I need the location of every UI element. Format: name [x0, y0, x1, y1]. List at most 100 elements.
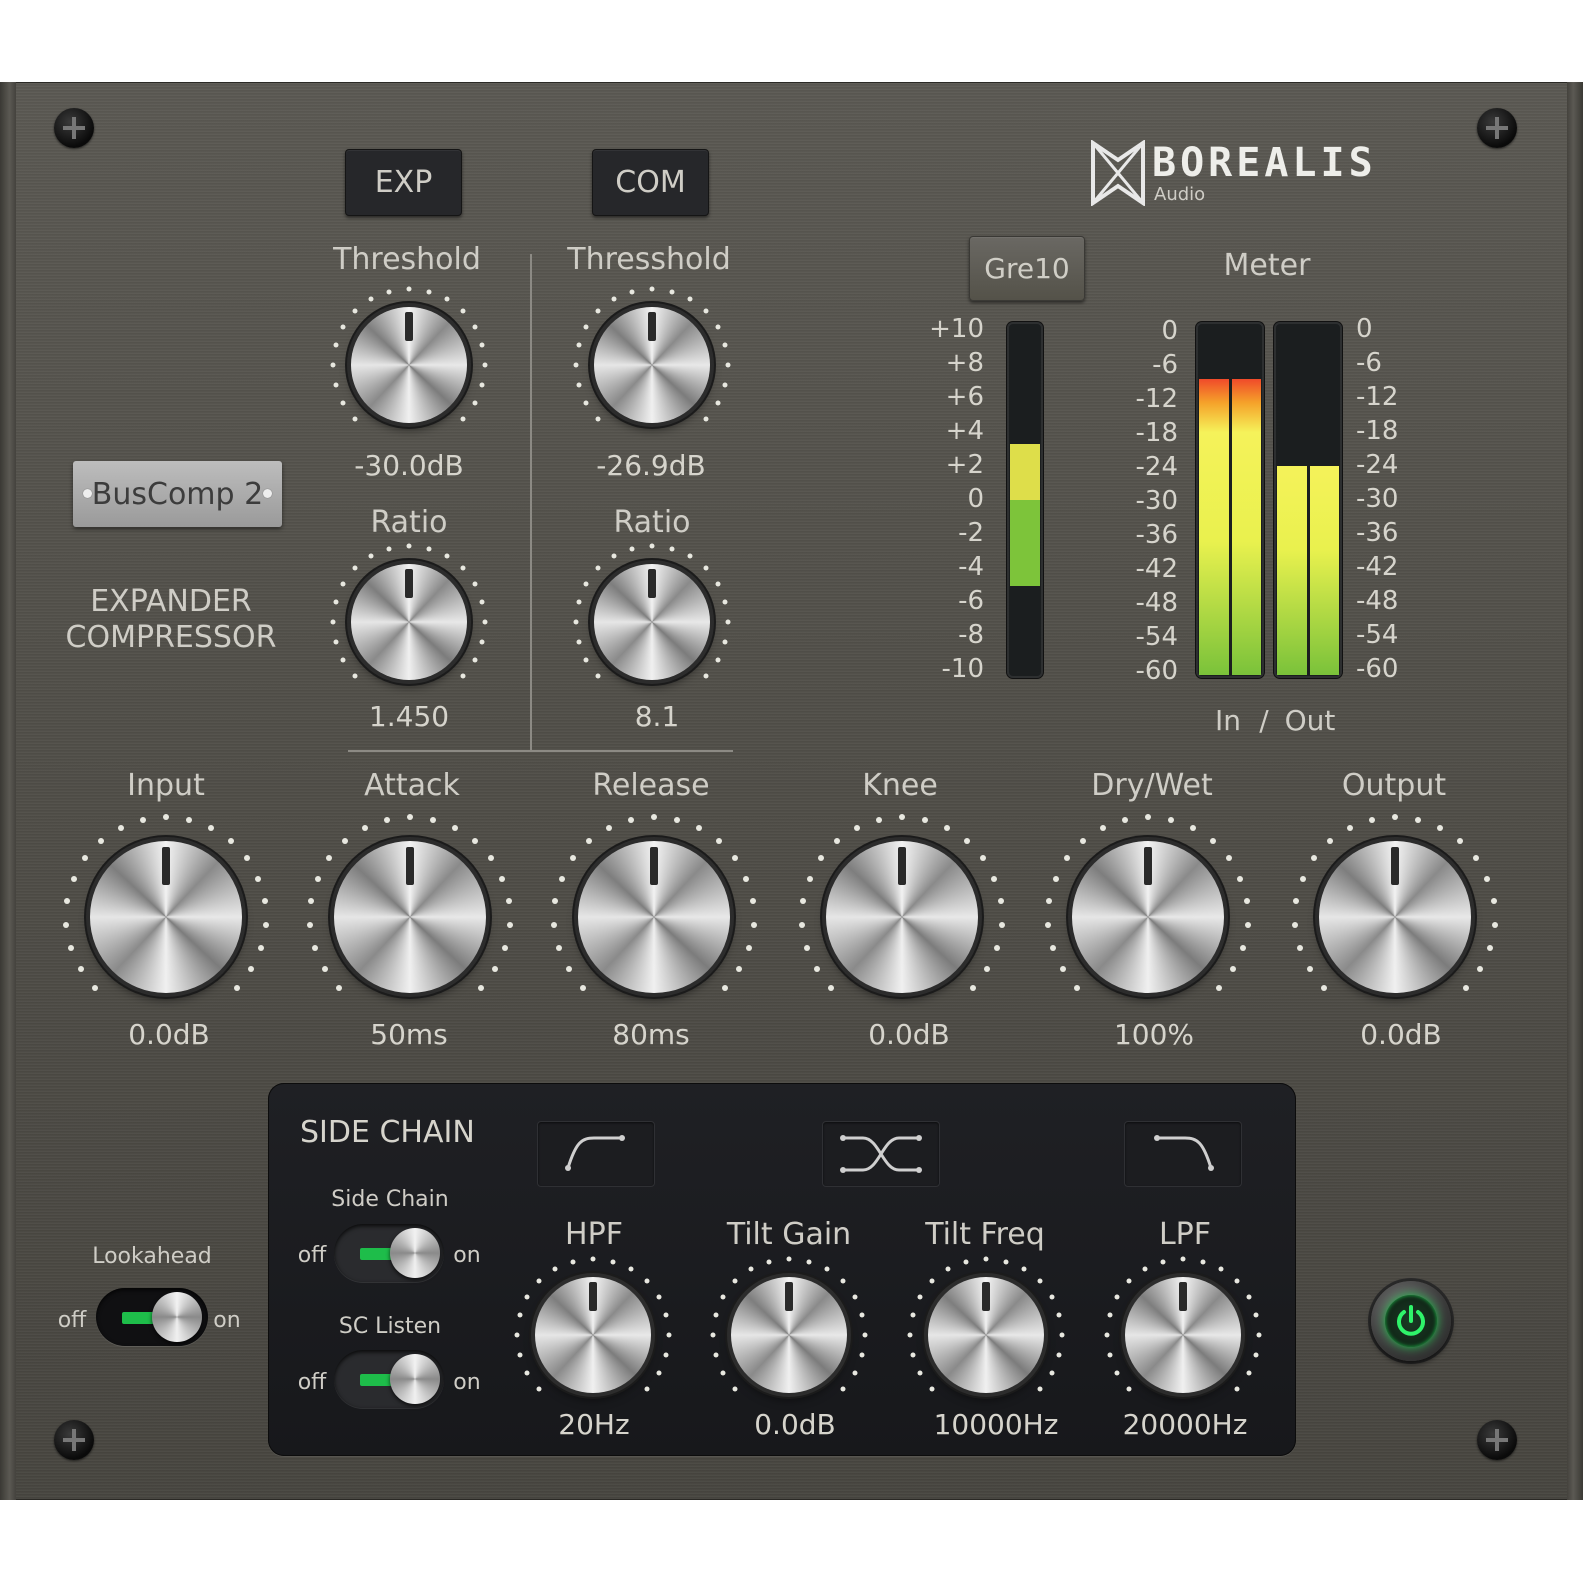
knob-face[interactable]	[1319, 841, 1471, 993]
lpf-knob[interactable]	[1101, 1253, 1265, 1417]
knob-indicator	[589, 1281, 597, 1311]
knob-face[interactable]	[578, 841, 730, 993]
exp-ratio-label: Ratio	[370, 505, 448, 540]
knob-tick	[262, 921, 269, 928]
knob-tick	[859, 1312, 865, 1318]
knob-tick	[929, 1278, 935, 1284]
com-threshold-value: -26.9dB	[596, 449, 706, 482]
knob-tick	[524, 1370, 530, 1376]
knob-tick	[311, 944, 318, 951]
knob-face[interactable]	[594, 564, 710, 680]
knob-face[interactable]	[928, 1277, 1044, 1393]
knob-tick	[524, 1294, 530, 1300]
knob-tick	[63, 921, 70, 928]
knob-tick	[666, 1332, 672, 1338]
tilt-freq-label: Tilt Freq	[925, 1217, 1045, 1252]
exp-ratio-knob[interactable]	[327, 540, 491, 704]
knob-face[interactable]	[351, 564, 467, 680]
knob-tick	[853, 824, 860, 831]
lpf-shape-button[interactable]	[1124, 1121, 1242, 1187]
output-knob[interactable]	[1289, 811, 1501, 1023]
side-chain-toggle[interactable]	[334, 1224, 444, 1282]
knob-tick	[917, 1294, 923, 1300]
sc-listen-on: on	[453, 1370, 481, 1395]
com-ratio-knob[interactable]	[570, 540, 734, 704]
knob-tick	[1099, 824, 1106, 831]
knob-tick	[565, 966, 572, 973]
drywet-knob[interactable]	[1042, 811, 1254, 1023]
gr-range-label: Gre10	[984, 252, 1070, 285]
input-knob[interactable]	[60, 811, 272, 1023]
knob-tick	[605, 824, 612, 831]
sc-listen-toggle-handle[interactable]	[390, 1354, 440, 1404]
knob-indicator	[162, 847, 170, 886]
tilt-shape-button[interactable]	[822, 1121, 940, 1187]
lookahead-toggle-handle[interactable]	[152, 1292, 202, 1342]
lookahead-toggle[interactable]	[96, 1288, 208, 1346]
scale-label: -10	[941, 654, 984, 684]
knob-face[interactable]	[351, 307, 467, 423]
knob-tick	[227, 837, 234, 844]
knob-tick	[644, 1278, 650, 1284]
power-button[interactable]	[1371, 1281, 1451, 1361]
knob-tick	[1049, 944, 1056, 951]
knob-tick	[536, 1386, 542, 1392]
knob-face[interactable]	[731, 1277, 847, 1393]
knob-indicator	[898, 847, 906, 886]
knob-tick	[570, 855, 577, 862]
gr-meter	[1007, 322, 1043, 678]
knob-tick	[1240, 944, 1247, 951]
knob-tick	[732, 1386, 738, 1392]
com-button[interactable]: COM	[592, 149, 709, 216]
knob-tick	[1121, 816, 1128, 823]
scale-label: -24	[1356, 450, 1399, 480]
lookahead-led	[122, 1312, 156, 1324]
knob-tick	[749, 898, 756, 905]
rivet-icon	[263, 489, 272, 498]
knob-face[interactable]	[826, 841, 978, 993]
knob-face[interactable]	[334, 841, 486, 993]
hpf-shape-button[interactable]	[537, 1121, 655, 1187]
knob-tick	[834, 837, 841, 844]
knob-tick	[460, 416, 466, 422]
tilt-gain-knob[interactable]	[707, 1253, 871, 1417]
knob-face[interactable]	[594, 307, 710, 423]
exp-button[interactable]: EXP	[345, 149, 462, 216]
hpf-label: HPF	[565, 1217, 623, 1252]
exp-threshold-knob[interactable]	[327, 283, 491, 447]
sc-listen-toggle[interactable]	[334, 1350, 444, 1408]
knob-face[interactable]	[535, 1277, 651, 1393]
knob-face[interactable]	[1072, 841, 1224, 993]
scale-label: +8	[945, 348, 984, 378]
meter-out-divider	[1307, 466, 1310, 675]
preset-plate[interactable]: BusComp 2	[73, 461, 282, 527]
knob-tick	[307, 921, 314, 928]
knob-tick	[352, 565, 358, 571]
knob-tick	[703, 308, 709, 314]
com-ratio-label: Ratio	[613, 505, 691, 540]
exp-threshold-value: -30.0dB	[354, 449, 464, 482]
attack-knob[interactable]	[304, 811, 516, 1023]
scale-label: -42	[1356, 552, 1399, 582]
knob-face[interactable]	[1125, 1277, 1241, 1393]
knee-knob[interactable]	[796, 811, 1008, 1023]
hpf-knob[interactable]	[511, 1253, 675, 1417]
scale-label: -12	[1356, 382, 1399, 412]
knob-tick	[340, 324, 346, 330]
tilt-gain-label: Tilt Gain	[726, 1217, 852, 1252]
knob-tick	[573, 619, 579, 625]
knob-tick	[1049, 1370, 1055, 1376]
knob-tick	[703, 673, 709, 679]
knob-face[interactable]	[90, 841, 242, 993]
knob-tick	[186, 816, 193, 823]
tilt-freq-knob[interactable]	[904, 1253, 1068, 1417]
com-threshold-knob[interactable]	[570, 283, 734, 447]
release-knob[interactable]	[548, 811, 760, 1023]
scale-label: -54	[1135, 622, 1178, 652]
scale-label: 0	[1356, 314, 1373, 344]
knob-tick	[1104, 1332, 1110, 1338]
knob-tick	[255, 875, 262, 882]
gr-range-button[interactable]: Gre10	[969, 236, 1085, 301]
knob-tick	[1253, 1352, 1259, 1358]
side-chain-toggle-handle[interactable]	[390, 1228, 440, 1278]
